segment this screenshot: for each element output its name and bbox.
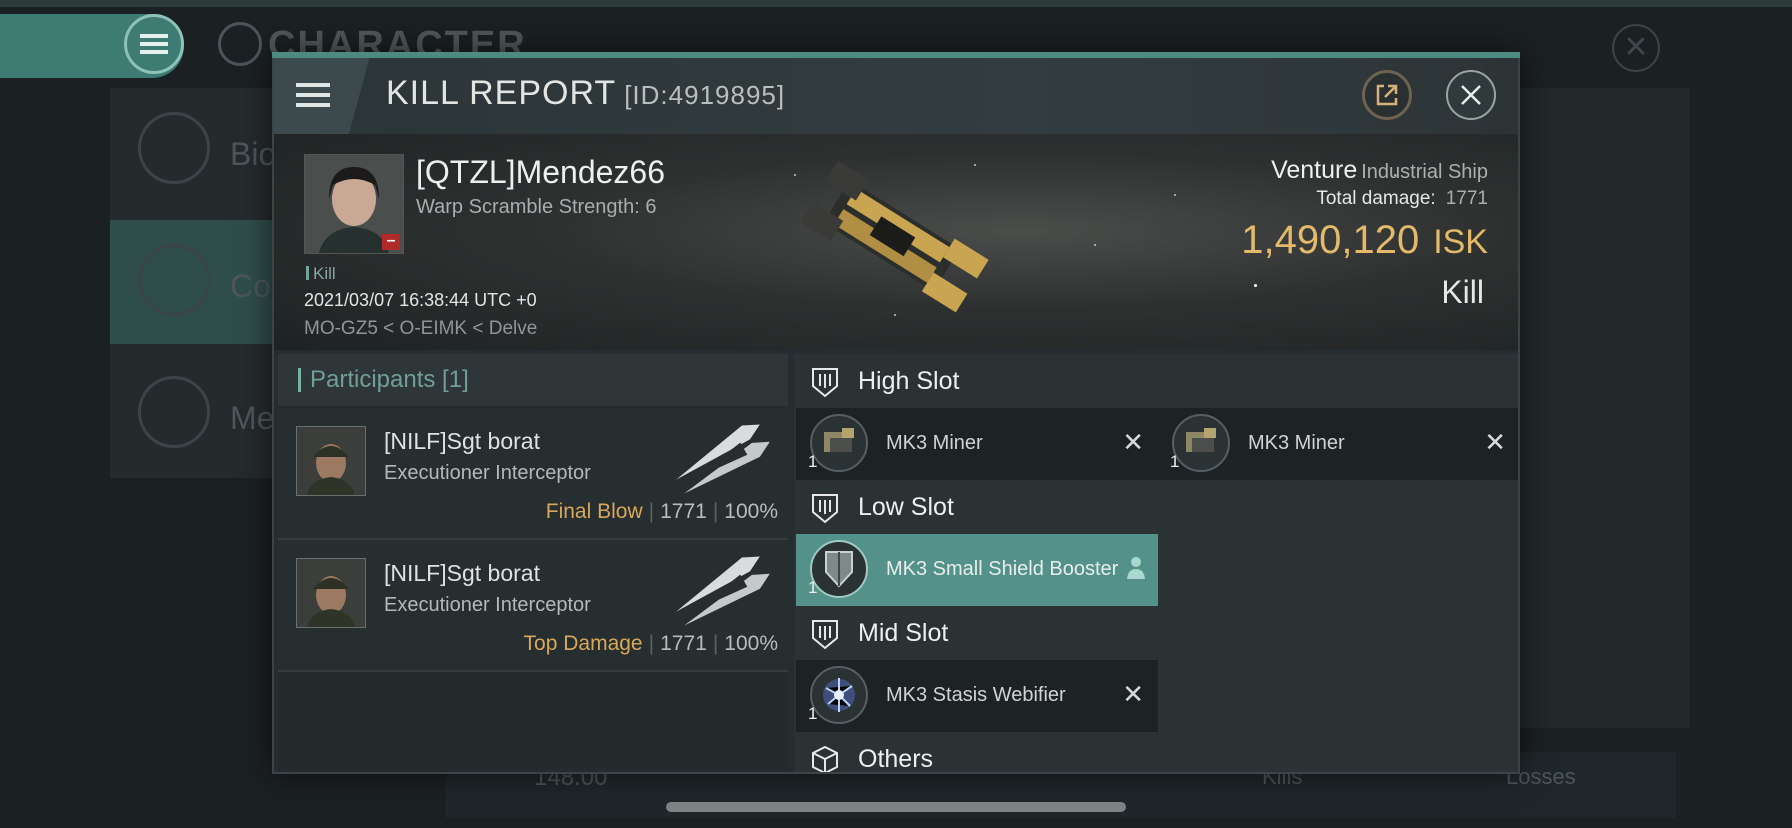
participant-name: [NILF]Sgt borat: [384, 428, 540, 454]
victim-subtitle: Warp Scramble Strength: 6: [416, 196, 657, 218]
participant-damage: 1771: [660, 500, 707, 523]
isk-value: 1,490,120: [1241, 218, 1420, 262]
external-link-icon: [1376, 84, 1398, 106]
participant-row[interactable]: [NILF]Sgt borat Executioner Interceptor …: [278, 408, 788, 540]
slot-shield-icon: [812, 620, 838, 650]
total-damage-label: Total damage:: [1316, 188, 1436, 209]
close-button[interactable]: [1446, 70, 1496, 120]
share-button[interactable]: [1362, 70, 1412, 120]
window-title: KILL REPORT [ID:4919895]: [386, 74, 785, 113]
remove-icon: ✕: [1484, 427, 1506, 457]
module-item[interactable]: 1 MK3 Miner ✕: [796, 408, 1158, 480]
high-slot-header: High Slot: [794, 356, 1518, 406]
module-quantity: 1: [808, 578, 818, 597]
crossed-swords-icon: [138, 244, 210, 316]
module-name: MK3 Small Shield Booster: [886, 558, 1119, 580]
others-header: Others: [794, 734, 1518, 772]
character-icon: [218, 22, 262, 66]
high-slot-label: High Slot: [858, 367, 960, 395]
participants-header[interactable]: Participants [1]: [278, 354, 788, 406]
kill-tag: Kill: [306, 264, 336, 284]
background-menu-button[interactable]: [124, 14, 184, 74]
star-icon: [138, 376, 210, 448]
module-name: MK3 Miner: [886, 432, 983, 454]
module-item[interactable]: 1 MK3 Miner ✕: [1158, 408, 1518, 480]
fitting-panel: High Slot 1 MK3 Miner ✕ 1 MK3 Miner ✕ Lo…: [794, 354, 1518, 772]
close-icon: [1461, 85, 1481, 105]
low-slot-header: Low Slot: [794, 482, 1518, 532]
menu-icon: [296, 83, 330, 107]
ship-name: Venture: [1271, 156, 1358, 184]
victim-summary: – [QTZL]Mendez66 Warp Scramble Strength:…: [274, 134, 1518, 350]
box-icon: [812, 745, 838, 772]
window-header: KILL REPORT [ID:4919895]: [274, 56, 1518, 134]
participant-ship-image: [676, 556, 770, 626]
participants-panel: Participants [1] [NILF]Sgt borat Executi…: [278, 354, 788, 772]
participant-ship-image: [676, 424, 770, 494]
module-item-selected[interactable]: 1 MK3 Small Shield Booster: [796, 534, 1158, 606]
participant-damage: 1771: [660, 632, 707, 655]
participant-tag: Top Damage: [523, 632, 643, 655]
low-slot-label: Low Slot: [858, 493, 954, 521]
ship-name-line: Venture Industrial Ship: [1271, 156, 1488, 185]
module-name: MK3 Stasis Webifier: [886, 684, 1066, 706]
miner-icon: [1172, 414, 1230, 472]
participant-percent: 100%: [724, 632, 778, 655]
window-accent-line: [272, 52, 1520, 58]
hostile-badge: –: [382, 233, 400, 250]
ship-image[interactable]: [774, 140, 1004, 340]
isk-unit: ISK: [1433, 223, 1488, 261]
background-close-button[interactable]: ✕: [1612, 24, 1660, 72]
mid-slot-header: Mid Slot: [794, 608, 1518, 658]
miner-icon: [810, 414, 868, 472]
victim-name[interactable]: [QTZL]Mendez66: [416, 154, 665, 191]
mid-slot-label: Mid Slot: [858, 619, 949, 647]
window-title-text: KILL REPORT: [386, 74, 617, 112]
participant-stats: Final Blow | 1771 | 100%: [545, 500, 778, 523]
slot-shield-icon: [812, 494, 838, 524]
participants-header-label: Participants [1]: [310, 366, 469, 393]
isk-value-row: 1,490,120 ISK: [1241, 218, 1488, 263]
ship-class: Industrial Ship: [1361, 161, 1488, 183]
list-icon: [138, 112, 210, 184]
report-id: [ID:4919895]: [624, 80, 786, 110]
participant-stats: Top Damage | 1771 | 100%: [523, 632, 778, 655]
kill-report-window: KILL REPORT [ID:4919895] – [QTZL]Mendez6…: [272, 54, 1520, 774]
participant-avatar[interactable]: [296, 426, 366, 496]
participant-ship: Executioner Interceptor: [384, 594, 591, 616]
sidebar-item-label: Co: [230, 268, 271, 304]
close-icon: ✕: [1623, 31, 1649, 64]
result-label: Kill: [1441, 274, 1484, 310]
participant-ship: Executioner Interceptor: [384, 462, 591, 484]
module-quantity: 1: [1170, 452, 1180, 471]
header-accent-bar: [298, 368, 301, 392]
horizontal-scrollbar[interactable]: [666, 802, 1126, 812]
slot-shield-icon: [812, 368, 838, 398]
module-quantity: 1: [808, 704, 818, 723]
module-item[interactable]: 1 MK3 Stasis Webifier ✕: [796, 660, 1158, 732]
window-menu-button[interactable]: [274, 56, 370, 134]
shield-booster-icon: [810, 540, 868, 598]
total-damage-row: Total damage: 1771: [1316, 188, 1488, 210]
total-damage-value: 1771: [1445, 188, 1488, 209]
module-name: MK3 Miner: [1248, 432, 1345, 454]
participant-percent: 100%: [724, 500, 778, 523]
participant-avatar[interactable]: [296, 558, 366, 628]
remove-icon: ✕: [1122, 679, 1144, 709]
module-quantity: 1: [808, 452, 818, 471]
participant-tag: Final Blow: [545, 500, 643, 523]
stasis-webifier-icon: [810, 666, 868, 724]
menu-icon: [140, 34, 168, 54]
sidebar-item-label: Me: [230, 400, 275, 436]
kill-timestamp: 2021/03/07 16:38:44 UTC +0: [304, 290, 537, 310]
participant-row[interactable]: [NILF]Sgt borat Executioner Interceptor …: [278, 540, 788, 672]
background-top-line: [0, 0, 1792, 7]
sidebar-item-label: Bio: [230, 136, 277, 172]
participant-name: [NILF]Sgt borat: [384, 560, 540, 586]
background-right-panel: [1520, 88, 1690, 728]
person-icon: [1127, 557, 1145, 579]
kill-location: MO-GZ5 < O-EIMK < Delve: [304, 318, 538, 339]
remove-icon: ✕: [1122, 427, 1144, 457]
others-label: Others: [858, 745, 934, 772]
